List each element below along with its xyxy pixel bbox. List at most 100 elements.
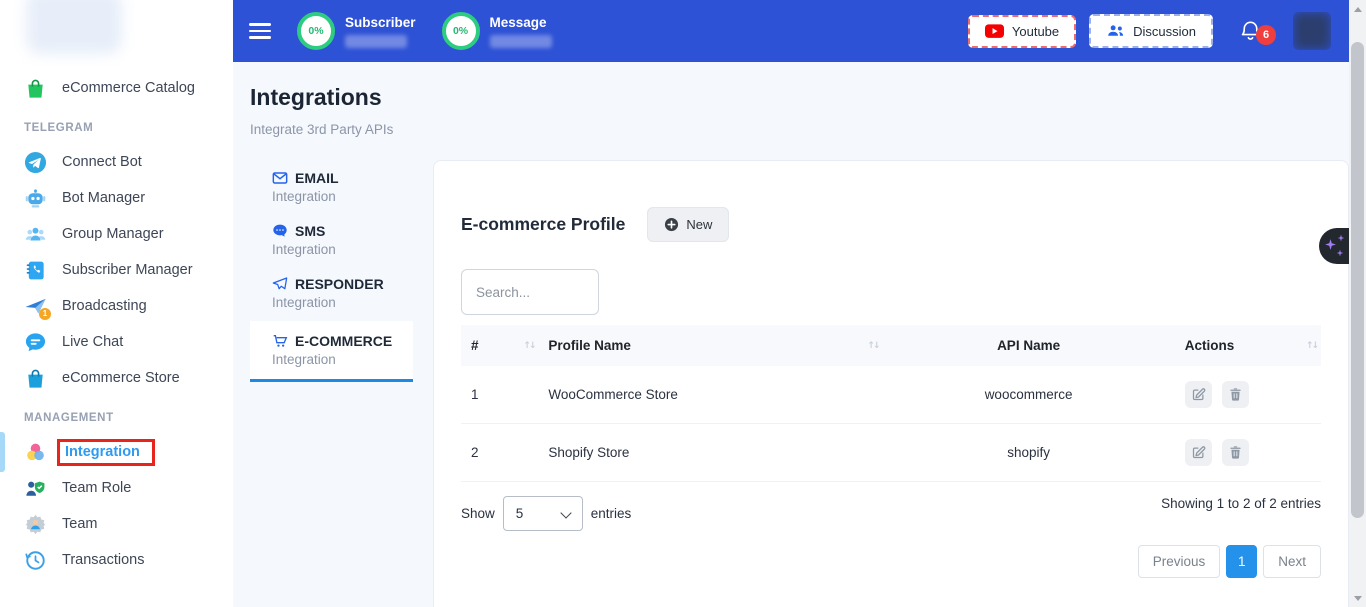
sidebar-item-connect-bot[interactable]: Connect Bot: [0, 144, 233, 180]
sidebar-item-team-role[interactable]: Team Role: [0, 470, 233, 506]
page-size-value: 5: [516, 506, 524, 521]
app-logo[interactable]: [26, 0, 122, 54]
subscriber-progress-circle: 0%: [297, 12, 335, 50]
delete-button[interactable]: [1222, 439, 1249, 466]
delete-button[interactable]: [1222, 381, 1249, 408]
scrollbar-thumb[interactable]: [1351, 42, 1364, 518]
sort-icon[interactable]: ↑↓: [1306, 341, 1317, 351]
ecommerce-profile-card: E-commerce Profile New #↑↓ Profile Name↑…: [433, 160, 1349, 607]
role-shield-icon: [24, 477, 47, 500]
sidebar-item-live-chat[interactable]: Live Chat: [0, 324, 233, 360]
sidebar-item-label: Bot Manager: [62, 190, 145, 206]
plus-circle-icon: [664, 217, 679, 232]
tab-responder-integration[interactable]: RESPONDER Integration: [250, 268, 413, 320]
tab-title: RESPONDER: [295, 276, 384, 292]
sidebar-item-label: eCommerce Store: [62, 370, 180, 386]
sparkle-icon: [1337, 234, 1345, 242]
notification-count-badge: 6: [1256, 25, 1276, 45]
sidebar-item-subscriber-manager[interactable]: Subscriber Manager: [0, 252, 233, 288]
broadcasting-badge: 1: [39, 308, 51, 320]
integration-circles-icon: [24, 441, 47, 464]
sidebar-item-group-manager[interactable]: Group Manager: [0, 216, 233, 252]
entries-label: entries: [591, 506, 632, 521]
sidebar-item-label: Connect Bot: [62, 154, 142, 170]
shopping-cart-icon: [272, 333, 288, 349]
discussion-button[interactable]: Discussion: [1089, 14, 1213, 48]
tab-subtitle: Integration: [272, 189, 413, 204]
sidebar-item-bot-manager[interactable]: Bot Manager: [0, 180, 233, 216]
scroll-down-arrow[interactable]: [1349, 591, 1366, 605]
table-row: 2 Shopify Store shopify: [461, 424, 1321, 482]
edit-button[interactable]: [1185, 439, 1212, 466]
sidebar-item-team[interactable]: Team: [0, 506, 233, 542]
row-number: 2: [461, 424, 538, 482]
active-item-indicator: [0, 432, 5, 472]
page-title: Integrations: [250, 84, 382, 111]
scroll-up-arrow[interactable]: [1349, 2, 1366, 16]
chat-bubble-icon: [24, 331, 47, 354]
show-label: Show: [461, 506, 495, 521]
sidebar-item-label: Transactions: [62, 552, 144, 568]
tab-title: E-COMMERCE: [295, 333, 392, 349]
sidebar-item-label: Group Manager: [62, 226, 164, 242]
page-subtitle: Integrate 3rd Party APIs: [250, 122, 393, 137]
sidebar-item-label: Broadcasting: [62, 298, 147, 314]
profile-name-cell: WooCommerce Store: [538, 366, 882, 424]
column-header-actions[interactable]: Actions↑↓: [1175, 325, 1321, 366]
edit-pencil-icon: [1191, 387, 1206, 402]
sidebar-item-label: Team: [62, 516, 97, 532]
trash-icon: [1228, 445, 1243, 460]
main-content: Integrations Integrate 3rd Party APIs EM…: [233, 62, 1349, 607]
page-size-select[interactable]: 5: [503, 496, 583, 531]
sidebar-section-telegram: TELEGRAM: [0, 106, 233, 144]
profiles-table: #↑↓ Profile Name↑↓ API Name Actions↑↓ 1 …: [461, 325, 1321, 482]
edit-pencil-icon: [1191, 445, 1206, 460]
ai-assistant-floating-button[interactable]: [1319, 228, 1349, 264]
column-header-profile-name[interactable]: Profile Name↑↓: [538, 325, 882, 366]
new-button-label: New: [686, 217, 712, 232]
broadcast-plane-icon: 1: [24, 295, 47, 318]
youtube-button[interactable]: Youtube: [968, 15, 1076, 48]
pagination: Previous 1 Next: [461, 545, 1321, 578]
edit-button[interactable]: [1185, 381, 1212, 408]
shopping-bag-blue-icon: [24, 367, 47, 390]
current-page-button[interactable]: 1: [1226, 545, 1257, 578]
message-progress-circle: 0%: [442, 12, 480, 50]
sidebar-item-ecommerce-store[interactable]: eCommerce Store: [0, 360, 233, 396]
sidebar-item-ecommerce-catalog[interactable]: eCommerce Catalog: [0, 70, 233, 106]
actions-cell: [1175, 366, 1321, 424]
tab-title: EMAIL: [295, 170, 339, 186]
youtube-icon: [985, 24, 1004, 39]
user-avatar[interactable]: [1293, 12, 1331, 50]
column-header-api-name[interactable]: API Name: [882, 325, 1174, 366]
transactions-history-icon: [24, 549, 47, 572]
notifications-button[interactable]: 6: [1239, 18, 1263, 44]
next-page-button[interactable]: Next: [1263, 545, 1321, 578]
team-gear-icon: [24, 513, 47, 536]
sidebar: eCommerce Catalog TELEGRAM Connect Bot B…: [0, 0, 233, 607]
sidebar-item-transactions[interactable]: Transactions: [0, 542, 233, 578]
responder-plane-icon: [272, 276, 288, 292]
sort-icon[interactable]: ↑↓: [523, 341, 534, 351]
tab-title: SMS: [295, 223, 325, 239]
message-stat-label: Message: [490, 15, 552, 30]
tab-ecommerce-integration[interactable]: E-COMMERCE Integration: [250, 321, 413, 382]
tab-email-integration[interactable]: EMAIL Integration: [250, 162, 413, 214]
search-input[interactable]: [461, 269, 599, 315]
table-header-row: #↑↓ Profile Name↑↓ API Name Actions↑↓: [461, 325, 1321, 366]
sidebar-item-label: Team Role: [62, 480, 131, 496]
vertical-scrollbar[interactable]: [1349, 0, 1366, 607]
new-profile-button[interactable]: New: [647, 207, 729, 242]
column-header-number[interactable]: #↑↓: [461, 325, 538, 366]
telegram-icon: [24, 151, 47, 174]
sidebar-item-integration[interactable]: Integration: [0, 434, 233, 470]
sparkle-icon: [1336, 249, 1344, 257]
panel-title: E-commerce Profile: [461, 214, 625, 235]
tab-sms-integration[interactable]: SMS Integration: [250, 215, 413, 267]
hamburger-menu-button[interactable]: [249, 23, 271, 38]
sort-icon[interactable]: ↑↓: [867, 341, 878, 351]
sidebar-item-broadcasting[interactable]: 1 Broadcasting: [0, 288, 233, 324]
api-name-cell: shopify: [882, 424, 1174, 482]
chevron-down-icon: [560, 507, 571, 518]
previous-page-button[interactable]: Previous: [1138, 545, 1221, 578]
